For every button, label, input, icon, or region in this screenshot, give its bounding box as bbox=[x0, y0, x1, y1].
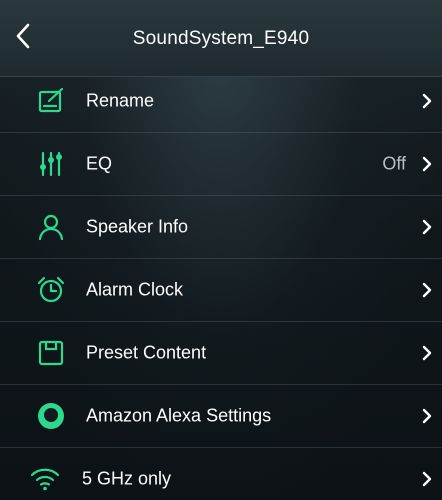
menu-item-5ghz-only[interactable]: 5 GHz only bbox=[0, 447, 442, 500]
menu-item-label: Rename bbox=[86, 90, 155, 111]
alexa-icon bbox=[36, 401, 66, 431]
menu-item-speaker-info[interactable]: Speaker Info bbox=[0, 195, 442, 258]
preset-icon bbox=[36, 338, 66, 368]
header-bar: SoundSystem_E940 bbox=[0, 0, 442, 77]
menu-item-label: Preset Content bbox=[86, 342, 207, 363]
user-icon bbox=[36, 212, 66, 242]
chevron-right-icon bbox=[420, 344, 434, 362]
back-button[interactable] bbox=[8, 18, 38, 54]
settings-list: Rename EQ Off Speaker Info Alarm Clock P… bbox=[0, 70, 442, 500]
menu-item-label: Alarm Clock bbox=[86, 279, 184, 300]
menu-item-eq[interactable]: EQ Off bbox=[0, 132, 442, 195]
chevron-right-icon bbox=[420, 218, 434, 236]
menu-item-label: 5 GHz only bbox=[82, 468, 172, 489]
page-title: SoundSystem_E940 bbox=[132, 28, 310, 49]
alarm-clock-icon bbox=[36, 275, 66, 305]
equalizer-icon bbox=[36, 149, 66, 179]
eq-status-value: Off bbox=[382, 153, 406, 174]
menu-item-label: Speaker Info bbox=[86, 216, 189, 237]
chevron-right-icon bbox=[420, 92, 434, 110]
menu-item-rename[interactable]: Rename bbox=[0, 70, 442, 132]
menu-item-label: EQ bbox=[86, 153, 113, 174]
chevron-right-icon bbox=[420, 470, 434, 488]
edit-icon bbox=[36, 86, 66, 116]
chevron-left-icon bbox=[16, 23, 30, 49]
chevron-right-icon bbox=[420, 281, 434, 299]
chevron-right-icon bbox=[420, 155, 434, 173]
settings-screen: SoundSystem_E940 Rename EQ Off Speaker I… bbox=[0, 0, 442, 500]
menu-item-alarm-clock[interactable]: Alarm Clock bbox=[0, 258, 442, 321]
wifi-icon bbox=[30, 464, 60, 494]
menu-item-alexa-settings[interactable]: Amazon Alexa Settings bbox=[0, 384, 442, 447]
menu-item-label: Amazon Alexa Settings bbox=[86, 405, 272, 426]
menu-item-preset-content[interactable]: Preset Content bbox=[0, 321, 442, 384]
chevron-right-icon bbox=[420, 407, 434, 425]
